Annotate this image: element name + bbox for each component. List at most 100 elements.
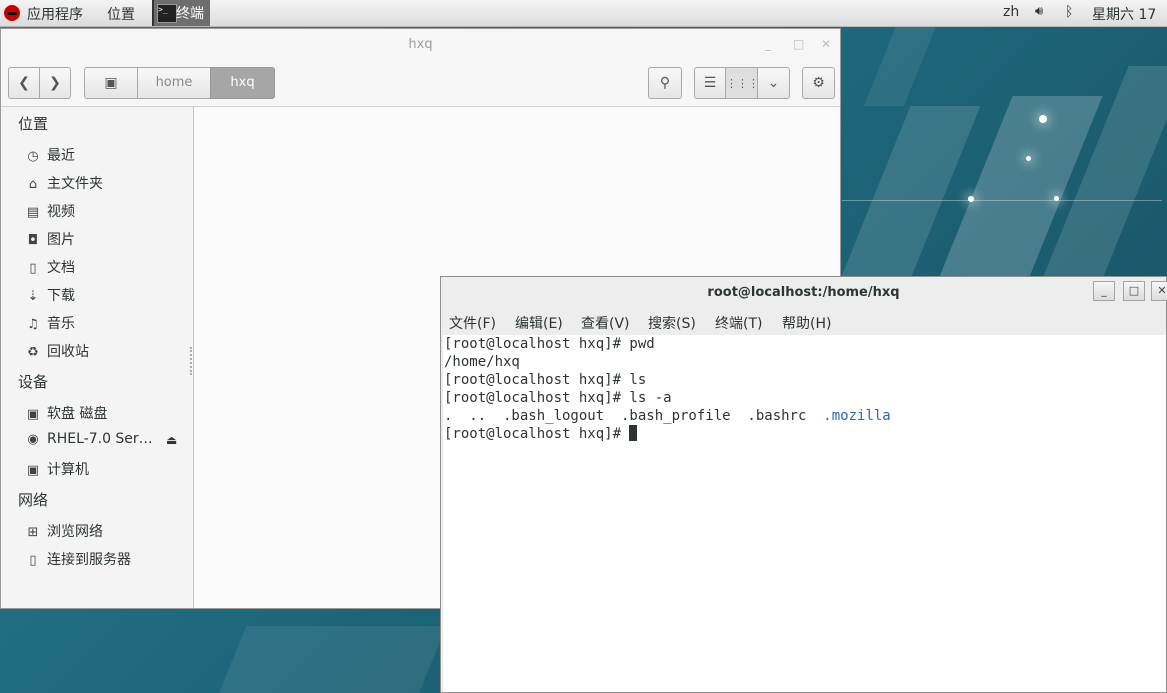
menu-search[interactable]: 搜索(S) xyxy=(648,313,696,333)
minimize-icon[interactable]: _ xyxy=(765,37,771,51)
applications-menu[interactable]: 应用程序 xyxy=(27,4,83,24)
terminal-output[interactable]: [root@localhost hxq]# pwd /home/hxq [roo… xyxy=(443,335,1166,692)
minimize-icon: _ xyxy=(1101,284,1107,297)
sidebar-item-label: 最近 xyxy=(47,148,75,164)
menu-terminal[interactable]: 终端(T) xyxy=(715,313,762,333)
terminal-line: [root@localhost hxq]# pwd xyxy=(444,336,655,352)
ls-output-plain: . .. .bash_logout .bash_profile .bashrc xyxy=(444,408,824,424)
ls-output-directory: .mozilla xyxy=(823,408,891,424)
menu-help[interactable]: 帮助(H) xyxy=(782,313,831,333)
sidebar-item-pictures[interactable]: ◘ 图片 xyxy=(25,229,75,249)
list-icon: ☰ xyxy=(703,75,717,91)
chevron-left-icon: ❮ xyxy=(18,75,30,91)
view-options-button[interactable]: ⌄ xyxy=(757,67,790,99)
terminal-taskbar-button[interactable]: >_ 终端 xyxy=(152,0,210,26)
text-cursor xyxy=(629,425,638,441)
film-icon: ▤ xyxy=(26,205,40,220)
window-title: root@localhost:/home/hxq xyxy=(707,285,900,300)
document-icon: ▯ xyxy=(29,261,37,276)
volume-icon[interactable]: 🔊︎ xyxy=(1035,4,1043,19)
menu-file[interactable]: 文件(F) xyxy=(449,313,496,333)
menu-view[interactable]: 查看(V) xyxy=(581,313,630,333)
sidebar-item-computer[interactable]: ▣ 计算机 xyxy=(25,459,89,479)
sidebar-item-label: 浏览网络 xyxy=(47,524,103,540)
sidebar-item-label: 软盘 磁盘 xyxy=(47,406,108,422)
sidebar-item-label: 视频 xyxy=(47,204,75,220)
maximize-icon[interactable]: □ xyxy=(793,37,804,51)
sidebar-item-label: 计算机 xyxy=(47,462,89,478)
sidebar-item-floppy[interactable]: ▣ 软盘 磁盘 xyxy=(25,403,108,423)
sidebar-item-rhel-disc[interactable]: ◉ RHEL-7.0 Ser… xyxy=(25,431,153,447)
sidebar-item-label: 连接到服务器 xyxy=(47,552,131,568)
disc-icon: ◉ xyxy=(27,432,39,447)
top-bar: 应用程序 位置 >_ 终端 zh 🔊︎ ᛒ 星期六 17 xyxy=(0,0,1167,27)
menu-edit[interactable]: 编辑(E) xyxy=(515,313,563,333)
close-icon[interactable]: ✕ xyxy=(821,37,831,51)
sidebar-item-documents[interactable]: ▯ 文档 xyxy=(25,257,75,277)
chevron-down-icon: ⌄ xyxy=(767,75,780,91)
music-icon: ♫ xyxy=(27,317,39,332)
sidebar-item-browse-network[interactable]: ⊞ 浏览网络 xyxy=(25,521,103,541)
forward-button[interactable]: ❯ xyxy=(39,67,71,99)
sidebar-item-recent[interactable]: ◷ 最近 xyxy=(25,145,75,165)
close-button[interactable]: ✕ xyxy=(1151,281,1167,301)
close-icon: ✕ xyxy=(1157,284,1167,297)
maximize-icon: □ xyxy=(1128,284,1140,297)
server-icon: ▯ xyxy=(29,553,37,568)
terminal-line: . .. .bash_logout .bash_profile .bashrc … xyxy=(444,407,891,425)
bluetooth-icon[interactable]: ᛒ xyxy=(1065,4,1073,20)
desktop-glow-dot xyxy=(968,196,974,202)
sidebar-item-downloads[interactable]: ⇣ 下载 xyxy=(25,285,75,305)
redhat-logo-icon[interactable] xyxy=(4,5,20,21)
sidebar-item-label: RHEL-7.0 Ser… xyxy=(47,431,153,447)
grid-view-button[interactable]: ⋮⋮⋮ xyxy=(725,67,759,99)
desktop-glow-dot xyxy=(1054,196,1059,201)
eject-icon[interactable]: ⏏ xyxy=(166,433,177,447)
network-icon: ⊞ xyxy=(27,525,39,540)
settings-button[interactable]: ⚙ xyxy=(802,67,835,99)
terminal-task-label: 终端 xyxy=(176,6,204,22)
search-icon: ⚲ xyxy=(659,75,671,91)
minimize-button[interactable]: _ xyxy=(1093,281,1115,301)
gear-icon: ⚙ xyxy=(812,75,825,91)
trash-icon: ♻ xyxy=(27,345,39,360)
camera-icon: ◘ xyxy=(27,233,39,248)
sidebar-item-videos[interactable]: ▤ 视频 xyxy=(25,201,75,221)
terminal-prompt: [root@localhost hxq]# xyxy=(444,426,630,442)
sidebar-item-music[interactable]: ♫ 音乐 xyxy=(25,313,75,333)
sidebar-item-connect-server[interactable]: ▯ 连接到服务器 xyxy=(25,549,131,569)
breadcrumb-current[interactable]: hxq xyxy=(210,67,275,99)
terminal-window: root@localhost:/home/hxq _ □ ✕ 文件(F) 编辑(… xyxy=(440,276,1167,693)
terminal-line: [root@localhost hxq]# ls -a xyxy=(444,390,672,406)
input-language-indicator[interactable]: zh xyxy=(1003,4,1019,20)
window-title: hxq xyxy=(408,37,433,52)
terminal-line: /home/hxq xyxy=(444,354,520,370)
sidebar-item-label: 音乐 xyxy=(47,316,75,332)
back-button[interactable]: ❮ xyxy=(8,67,40,99)
sidebar-item-label: 文档 xyxy=(47,260,75,276)
sidebar-item-trash[interactable]: ♻ 回收站 xyxy=(25,341,89,361)
desktop-line xyxy=(842,200,1162,201)
sidebar: 位置 ◷ 最近 ⌂ 主文件夹 ▤ 视频 ◘ 图片 ▯ 文档 ⇣ 下载 ♫ 音乐 ♻ 回收站 设备… xyxy=(1,107,194,608)
list-view-button[interactable]: ☰ xyxy=(694,67,726,99)
sidebar-section-devices: 设备 xyxy=(18,373,49,391)
terminal-icon: >_ xyxy=(157,4,177,23)
clock[interactable]: 星期六 17 xyxy=(1092,4,1156,24)
sidebar-section-network: 网络 xyxy=(18,491,49,509)
breadcrumb-root-button[interactable]: ▣ xyxy=(84,67,138,99)
sidebar-section-places: 位置 xyxy=(18,115,49,133)
sidebar-item-label: 回收站 xyxy=(47,344,89,360)
clock-icon: ◷ xyxy=(27,149,39,164)
drive-icon: ▣ xyxy=(104,75,118,91)
places-menu[interactable]: 位置 xyxy=(107,4,135,24)
computer-icon: ▣ xyxy=(26,463,40,478)
sidebar-item-home[interactable]: ⌂ 主文件夹 xyxy=(25,173,103,193)
grid-icon: ⋮⋮⋮ xyxy=(726,77,759,90)
maximize-button[interactable]: □ xyxy=(1123,281,1145,301)
breadcrumb-home[interactable]: home xyxy=(137,67,211,99)
desktop-glow-dot xyxy=(1026,156,1031,161)
search-button[interactable]: ⚲ xyxy=(648,67,682,99)
terminal-prompt-line: [root@localhost hxq]# xyxy=(444,425,638,443)
terminal-line: [root@localhost hxq]# ls xyxy=(444,372,647,388)
download-icon: ⇣ xyxy=(27,289,39,304)
